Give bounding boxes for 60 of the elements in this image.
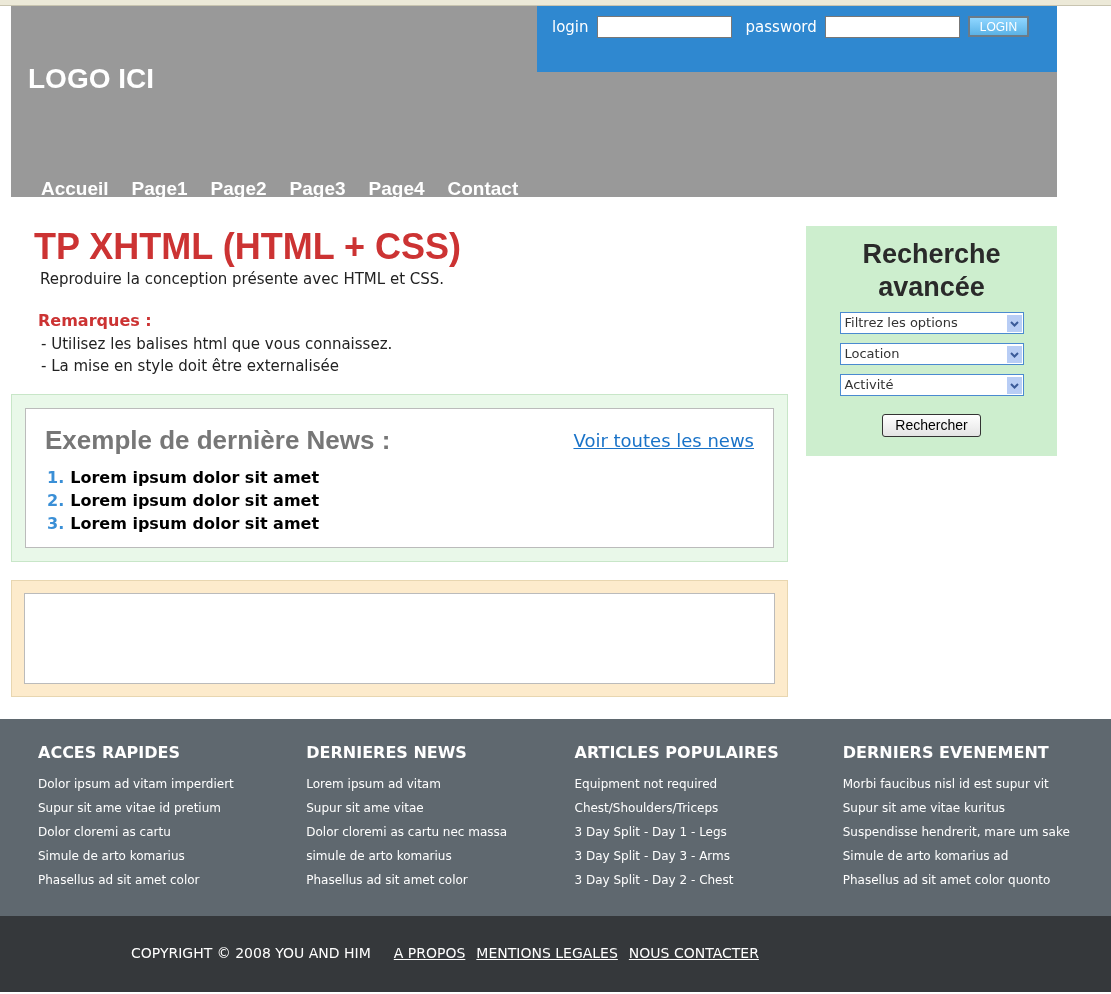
footer-heading: DERNIERS EVENEMENT — [842, 741, 1050, 764]
footer-link[interactable]: Supur sit ame vitae kuritus — [842, 795, 1111, 820]
select-field[interactable]: Activité — [839, 374, 1024, 396]
news-item[interactable]: Lorem ipsum dolor sit amet — [70, 511, 320, 535]
remarks-heading: Remarques : — [37, 309, 153, 332]
footer-link[interactable]: Chest/Shoulders/Triceps — [574, 795, 843, 820]
footer-link[interactable]: Supur sit ame vitae id pretium — [38, 795, 307, 820]
search-heading: Recherche avancée — [861, 238, 1002, 304]
footer-bottom-link[interactable]: MENTIONS LEGALES — [476, 943, 618, 964]
footer-link[interactable]: Phasellus ad sit amet color quonto — [842, 867, 1111, 892]
search-button[interactable]: Rechercher — [882, 414, 981, 437]
footer-link[interactable]: Phasellus ad sit amet color — [38, 867, 307, 892]
chevron-down-icon — [1006, 314, 1022, 332]
copyright-text: COPYRIGHT © 2008 YOU AND HIM — [131, 944, 371, 963]
footer-link[interactable]: Dolor cloremi as cartu — [38, 819, 307, 844]
password-field[interactable] — [824, 16, 960, 38]
select-field[interactable]: Filtrez les options — [839, 312, 1024, 334]
intro-text: Reproduire la conception présente avec HTML et CSS. — [39, 269, 446, 290]
page-title: TP XHTML (HTML + CSS) — [34, 226, 463, 268]
footer-link[interactable]: Suspendisse hendrerit, mare um sake — [842, 819, 1111, 844]
select-field[interactable]: Location — [839, 343, 1024, 365]
all-news-link[interactable]: Voir toutes les news — [573, 426, 754, 454]
nav-link[interactable]: Accueil — [41, 175, 109, 204]
chevron-down-icon — [1006, 376, 1022, 394]
footer-bottom-link[interactable]: A PROPOS — [393, 943, 466, 964]
nav-link[interactable]: Page3 — [289, 175, 346, 204]
list-number: 3. — [47, 512, 65, 535]
footer-link[interactable]: Dolor ipsum ad vitam imperdiert — [38, 771, 307, 796]
news-item[interactable]: Lorem ipsum dolor sit amet — [70, 488, 320, 512]
footer-link[interactable]: Equipment not required — [574, 771, 843, 796]
remark-text: - Utilisez les balises html que vous connaissez. — [40, 333, 394, 355]
remark-text: - La mise en style doit être externalisée — [40, 355, 340, 377]
footer-heading: ARTICLES POPULAIRES — [574, 741, 780, 764]
nav-link[interactable]: Page1 — [131, 175, 188, 204]
footer-link[interactable]: Simule de arto komarius ad — [842, 843, 1111, 868]
footer-link[interactable]: Simule de arto komarius — [38, 843, 307, 868]
list-number: 2. — [47, 489, 65, 512]
nav-link[interactable]: Page2 — [210, 175, 267, 204]
footer-link[interactable]: Lorem ipsum ad vitam — [306, 771, 575, 796]
login-label: login — [552, 17, 589, 38]
news-heading: Exemple de dernière News : — [45, 423, 391, 457]
news-item[interactable]: Lorem ipsum dolor sit amet — [70, 465, 320, 489]
footer-link[interactable]: Dolor cloremi as cartu nec massa — [306, 819, 575, 844]
nav-link[interactable]: Page4 — [368, 175, 425, 204]
footer-link[interactable]: 3 Day Split - Day 2 - Chest — [574, 867, 843, 892]
footer-link[interactable]: Phasellus ad sit amet color — [306, 867, 575, 892]
footer-link[interactable]: 3 Day Split - Day 1 - Legs — [574, 819, 843, 844]
login-field[interactable] — [596, 16, 732, 38]
footer-link[interactable]: simule de arto komarius — [306, 843, 575, 868]
logo-text: LOGO ICI — [28, 63, 154, 94]
list-number: 1. — [47, 466, 65, 489]
chevron-down-icon — [1006, 345, 1022, 363]
footer-heading: ACCES RAPIDES — [38, 741, 181, 764]
footer-bottom-link[interactable]: NOUS CONTACTER — [628, 943, 759, 964]
password-label: password — [745, 17, 817, 38]
footer-link[interactable]: Morbi faucibus nisl id est supur vit — [842, 771, 1111, 796]
footer-heading: DERNIERES NEWS — [306, 741, 468, 764]
footer-link[interactable]: 3 Day Split - Day 3 - Arms — [574, 843, 843, 868]
footer-link[interactable]: Supur sit ame vitae — [306, 795, 575, 820]
nav-link[interactable]: Contact — [447, 175, 519, 204]
